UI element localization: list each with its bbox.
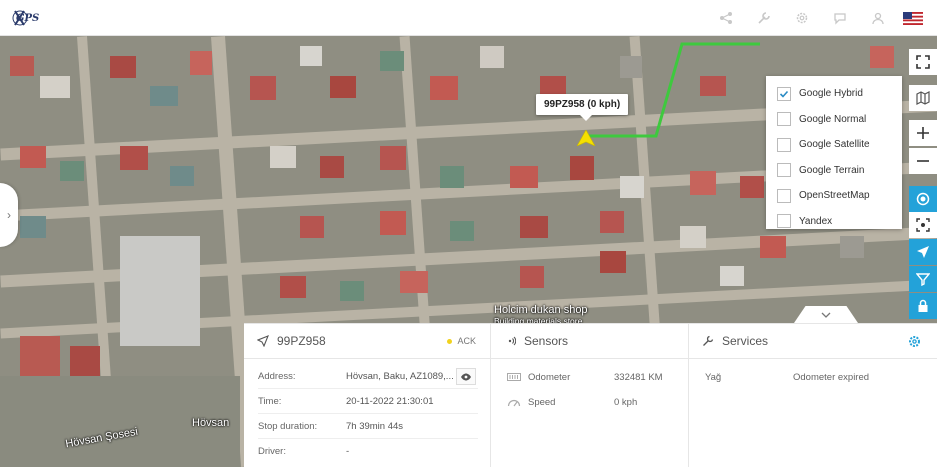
services-title: Services bbox=[722, 334, 769, 348]
focus-icon bbox=[916, 218, 930, 232]
zoom-out-icon bbox=[917, 160, 929, 162]
layer-label: Google Terrain bbox=[799, 164, 865, 176]
row-key: Time: bbox=[258, 395, 282, 407]
checkbox-icon[interactable] bbox=[777, 214, 791, 229]
services-column: Services Yağ Odometer expired bbox=[689, 324, 937, 467]
map-layers-button[interactable] bbox=[909, 85, 937, 111]
row-value: 7h 39min 44s bbox=[346, 420, 404, 432]
sensor-value: 332481 KM bbox=[614, 371, 663, 383]
services-settings-gear-icon[interactable] bbox=[908, 335, 921, 348]
row-value: 20-11-2022 21:30:01 bbox=[346, 395, 434, 407]
odometer-row: Odometer 332481 KM bbox=[507, 367, 663, 387]
lock-icon bbox=[918, 299, 928, 312]
checkbox-icon[interactable] bbox=[777, 188, 791, 203]
target-button[interactable] bbox=[909, 186, 937, 212]
layer-google-normal[interactable]: Google Normal bbox=[766, 107, 902, 133]
sensor-key: Speed bbox=[528, 396, 556, 408]
focus-button[interactable] bbox=[909, 212, 937, 238]
zoom-in-button[interactable] bbox=[909, 120, 937, 146]
chat-icon[interactable] bbox=[821, 8, 859, 28]
chevron-right-icon: › bbox=[7, 208, 11, 222]
filter-icon bbox=[916, 273, 930, 286]
layer-google-terrain[interactable]: Google Terrain bbox=[766, 158, 902, 184]
layer-google-satellite[interactable]: Google Satellite bbox=[766, 132, 902, 158]
vehicle-details-column: 99PZ958 ACK Address: Hövsan, Baku, AZ108… bbox=[244, 324, 491, 467]
layer-openstreetmap[interactable]: OpenStreetMap bbox=[766, 183, 902, 209]
navigation-arrow-icon bbox=[257, 335, 269, 347]
vehicle-tooltip[interactable]: 99PZ958 (0 kph) bbox=[536, 94, 629, 121]
wrench-icon bbox=[703, 335, 714, 346]
checkbox-icon[interactable] bbox=[777, 112, 791, 127]
odometer-icon bbox=[507, 373, 521, 381]
sensors-header: Sensors bbox=[491, 324, 688, 359]
lock-button[interactable] bbox=[909, 293, 937, 319]
signal-icon bbox=[508, 336, 516, 346]
map-layers-icon bbox=[916, 91, 930, 105]
vehicle-marker-icon[interactable] bbox=[577, 130, 595, 146]
navigate-icon bbox=[917, 246, 929, 258]
checkbox-icon[interactable] bbox=[777, 163, 791, 178]
sensors-column: Sensors Odometer 332481 KM Speed 0 kph bbox=[491, 324, 689, 467]
row-key: Stop duration: bbox=[258, 420, 318, 432]
gear-icon[interactable] bbox=[783, 8, 821, 28]
target-icon bbox=[916, 192, 930, 206]
ack-label: ACK bbox=[457, 336, 476, 346]
top-bar: GPS bbox=[0, 0, 937, 36]
services-header: Services bbox=[689, 324, 937, 359]
us-flag-icon[interactable] bbox=[903, 11, 923, 25]
driver-row: Driver: - bbox=[258, 439, 478, 464]
speedometer-icon bbox=[507, 399, 521, 407]
zoom-in-icon bbox=[917, 127, 929, 139]
user-icon[interactable] bbox=[859, 8, 897, 28]
row-value: - bbox=[346, 446, 350, 457]
row-key: Driver: bbox=[258, 446, 286, 457]
ack-status: ACK bbox=[447, 336, 476, 346]
layer-label: Google Normal bbox=[799, 113, 867, 125]
sensor-value: 0 kph bbox=[614, 396, 638, 408]
service-row: Yağ Odometer expired bbox=[705, 367, 869, 387]
fullscreen-icon bbox=[916, 55, 930, 69]
sensors-title: Sensors bbox=[524, 334, 569, 348]
map-layers-dropdown: Google Hybrid Google Normal Google Satel… bbox=[766, 76, 902, 229]
service-value: Odometer expired bbox=[793, 371, 870, 383]
checkbox-checked-icon[interactable] bbox=[777, 86, 791, 101]
navigate-button[interactable] bbox=[909, 239, 937, 265]
vehicle-name: 99PZ958 bbox=[277, 334, 326, 348]
checkbox-icon[interactable] bbox=[777, 137, 791, 152]
sensor-key: Odometer bbox=[528, 371, 571, 383]
place-name[interactable]: Holcim dukan shop bbox=[494, 304, 588, 316]
fullscreen-button[interactable] bbox=[909, 49, 937, 75]
layer-yandex[interactable]: Yandex bbox=[766, 209, 902, 235]
expand-sidebar-button[interactable]: › bbox=[0, 183, 18, 247]
logo-text: GPS bbox=[16, 13, 40, 24]
row-value: Hövsan, Baku, AZ1089,... bbox=[346, 370, 454, 382]
vehicle-info-panel: 99PZ958 ACK Address: Hövsan, Baku, AZ108… bbox=[244, 323, 937, 467]
stop-duration-row: Stop duration: 7h 39min 44s bbox=[258, 414, 478, 439]
ack-dot-icon bbox=[447, 338, 453, 344]
layer-label: Yandex bbox=[799, 215, 833, 227]
service-key: Yağ bbox=[705, 371, 722, 383]
speed-row: Speed 0 kph bbox=[507, 392, 637, 412]
row-key: Address: bbox=[258, 370, 296, 382]
address-row: Address: Hövsan, Baku, AZ1089,... bbox=[258, 364, 478, 389]
eye-icon[interactable] bbox=[456, 368, 476, 385]
layer-label: Google Satellite bbox=[799, 139, 870, 151]
time-row: Time: 20-11-2022 21:30:01 bbox=[258, 389, 478, 414]
layer-label: OpenStreetMap bbox=[799, 190, 870, 202]
layer-google-hybrid[interactable]: Google Hybrid bbox=[766, 81, 902, 107]
share-nodes-icon[interactable] bbox=[707, 8, 745, 28]
street-label-2: Hövsan bbox=[192, 417, 230, 429]
chevron-down-icon bbox=[821, 312, 831, 318]
zoom-out-button[interactable] bbox=[909, 148, 937, 174]
wrench-icon[interactable] bbox=[745, 8, 783, 28]
layer-label: Google Hybrid bbox=[799, 88, 863, 100]
filter-button[interactable] bbox=[909, 266, 937, 292]
